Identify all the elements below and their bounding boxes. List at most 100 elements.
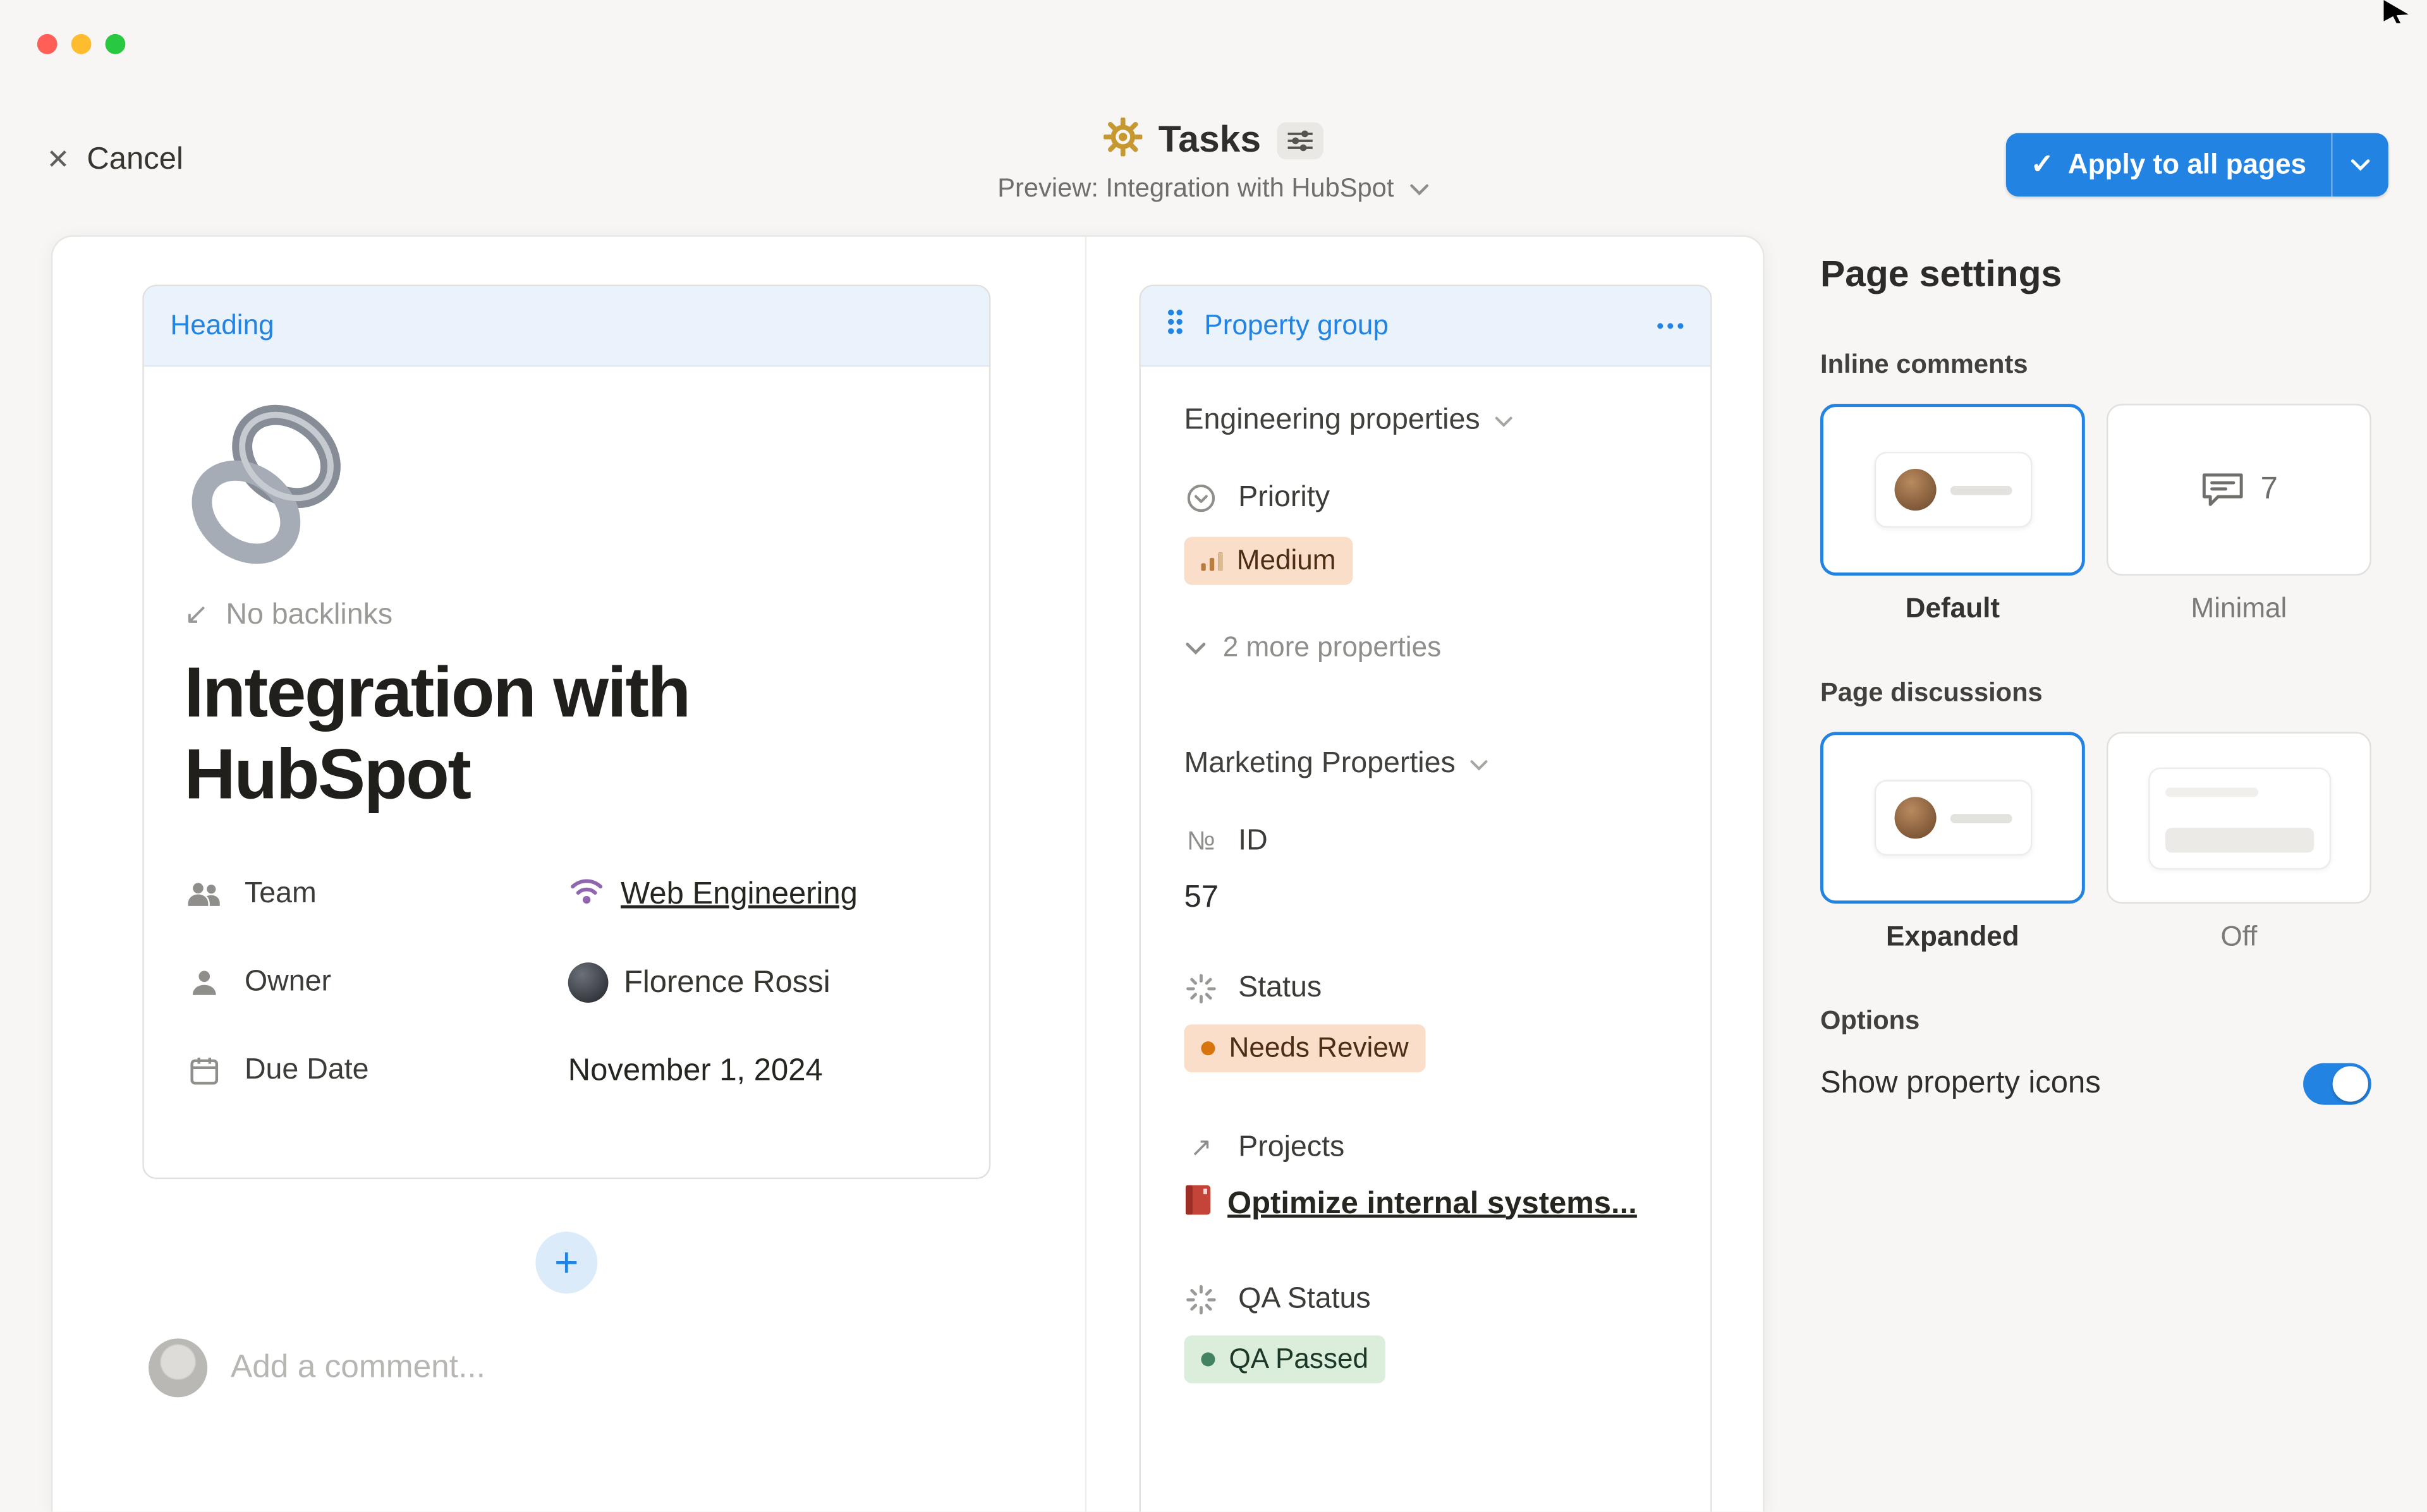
- status-value-pill[interactable]: Needs Review: [1184, 1024, 1425, 1072]
- comment-count: 7: [2261, 472, 2278, 507]
- options-label: Options: [1820, 1006, 2371, 1037]
- inline-comments-minimal-option[interactable]: 7: [2107, 404, 2371, 576]
- show-property-icons-label: Show property icons: [1820, 1066, 2101, 1101]
- add-comment-field[interactable]: Add a comment...: [149, 1338, 485, 1397]
- apply-to-all-pages-button[interactable]: ✓ Apply to all pages: [2006, 133, 2388, 197]
- qa-status-dot: [1201, 1352, 1215, 1366]
- more-properties-toggle[interactable]: 2 more properties: [1184, 631, 1667, 663]
- project-link[interactable]: Optimize internal systems...: [1184, 1183, 1667, 1224]
- close-window-button[interactable]: [37, 34, 58, 54]
- layout-settings-button[interactable]: [1277, 122, 1323, 159]
- heading-block-body: ↙ No backlinks Integration with HubSpot …: [144, 366, 989, 1115]
- gear-page-icon: [1104, 118, 1143, 164]
- qa-status-value: QA Passed: [1229, 1343, 1368, 1376]
- property-name: Projects: [1238, 1131, 1344, 1165]
- people-icon: [184, 881, 224, 909]
- property-projects[interactable]: ↗ Projects: [1184, 1131, 1667, 1165]
- apply-dropdown-button[interactable]: [2333, 133, 2388, 197]
- zoom-window-button[interactable]: [106, 34, 126, 54]
- comment-preview: [1873, 452, 2031, 528]
- person-icon: [184, 967, 224, 998]
- page-preview-canvas: Heading ↙ No backlinks Integration with …: [51, 235, 1765, 1511]
- property-priority[interactable]: Priority: [1184, 481, 1667, 516]
- property-name: ID: [1238, 825, 1268, 859]
- status-value: Needs Review: [1229, 1032, 1408, 1064]
- page-settings-panel: Page settings Inline comments 7 Default …: [1820, 254, 2371, 1105]
- chevron-down-icon: [1408, 182, 1429, 196]
- section-title: Engineering properties: [1184, 404, 1480, 438]
- section-engineering-properties[interactable]: Engineering properties: [1184, 404, 1667, 438]
- chevron-down-icon: [1184, 640, 1207, 655]
- property-name: Status: [1238, 972, 1322, 1006]
- numero-icon: №: [1184, 826, 1218, 857]
- app-window: ✕ Cancel Tasks Preview: Integration with…: [0, 0, 2427, 1512]
- column-divider: [1085, 237, 1086, 1512]
- property-group-body: Engineering properties Priority Medium: [1141, 366, 1710, 1420]
- avatar: [1894, 797, 1935, 838]
- owner-avatar: [568, 963, 609, 1003]
- team-value-link[interactable]: Web Engineering: [621, 877, 858, 912]
- window-controls: [37, 34, 126, 54]
- show-property-icons-toggle[interactable]: [2303, 1063, 2371, 1104]
- status-spinner-icon: [1184, 973, 1218, 1004]
- section-marketing-properties[interactable]: Marketing Properties: [1184, 747, 1667, 782]
- heading-block[interactable]: Heading ↙ No backlinks Integration with …: [142, 285, 990, 1180]
- status-spinner-icon: [1184, 1285, 1218, 1315]
- inline-comments-default-option[interactable]: [1820, 404, 2085, 576]
- external-arrow-icon: ↗: [1184, 1133, 1218, 1164]
- discussion-preview: [1873, 780, 2031, 856]
- preview-label: Preview: Integration with HubSpot: [997, 173, 1394, 204]
- heading-block-header[interactable]: Heading: [144, 286, 989, 366]
- add-block-button[interactable]: +: [535, 1231, 597, 1293]
- off-preview: [2148, 766, 2330, 869]
- plus-icon: +: [554, 1242, 579, 1283]
- chain-links-page-icon[interactable]: [178, 401, 949, 582]
- panel-title: Page settings: [1820, 254, 2371, 298]
- minimize-window-button[interactable]: [71, 34, 92, 54]
- backlink-arrow-icon: ↙: [184, 597, 209, 632]
- id-value: 57: [1184, 880, 1667, 916]
- option-caption-expanded: Expanded: [1820, 921, 2085, 953]
- inline-comments-label: Inline comments: [1820, 349, 2371, 380]
- mouse-cursor: [2383, 0, 2408, 23]
- page-discussions-label: Page discussions: [1820, 678, 2371, 709]
- priority-value: Medium: [1237, 545, 1336, 577]
- red-book-icon: [1184, 1183, 1212, 1224]
- property-status[interactable]: Status: [1184, 972, 1667, 1006]
- page-discussions-expanded-option[interactable]: [1820, 732, 2085, 904]
- signal-bars-icon: [1201, 551, 1222, 571]
- priority-value-pill[interactable]: Medium: [1184, 537, 1353, 585]
- chevron-down-icon: [2350, 158, 2371, 172]
- page-title: Tasks: [1159, 119, 1261, 163]
- avatar: [1894, 469, 1935, 511]
- drag-handle-icon[interactable]: [1164, 306, 1186, 345]
- document-title: Integration with HubSpot: [184, 651, 949, 816]
- chevron-down-icon: [1494, 414, 1514, 428]
- property-id[interactable]: № ID: [1184, 825, 1667, 859]
- check-icon: ✓: [2031, 148, 2054, 181]
- wifi-icon: [568, 874, 605, 915]
- option-caption-off: Off: [2107, 921, 2371, 953]
- backlinks-indicator[interactable]: ↙ No backlinks: [184, 597, 949, 632]
- property-name: Team: [245, 878, 317, 912]
- property-group-header[interactable]: Property group •••: [1141, 286, 1710, 366]
- due-date-value[interactable]: November 1, 2024: [568, 1053, 823, 1089]
- qa-status-value-pill[interactable]: QA Passed: [1184, 1335, 1385, 1383]
- property-group-block[interactable]: Property group ••• Engineering propertie…: [1139, 285, 1712, 1512]
- project-link-text: Optimize internal systems...: [1227, 1186, 1637, 1221]
- sliders-icon: [1286, 128, 1313, 153]
- user-avatar: [149, 1338, 207, 1397]
- property-group-label: Property group: [1204, 310, 1638, 342]
- page-discussions-off-option[interactable]: [2107, 732, 2371, 904]
- comment-placeholder: Add a comment...: [231, 1350, 485, 1387]
- more-properties-label: 2 more properties: [1223, 631, 1441, 663]
- comment-bubble-icon: [2200, 469, 2246, 510]
- property-qa-status[interactable]: QA Status: [1184, 1283, 1667, 1317]
- property-row-team: Team Web Engineering: [184, 850, 949, 939]
- property-row-owner: Owner Florence Rossi: [184, 939, 949, 1027]
- backlinks-label: No backlinks: [226, 598, 392, 632]
- property-name: QA Status: [1238, 1283, 1371, 1317]
- owner-value[interactable]: Florence Rossi: [624, 965, 830, 1000]
- more-options-icon[interactable]: •••: [1657, 314, 1687, 337]
- property-row-due-date: Due Date November 1, 2024: [184, 1027, 949, 1115]
